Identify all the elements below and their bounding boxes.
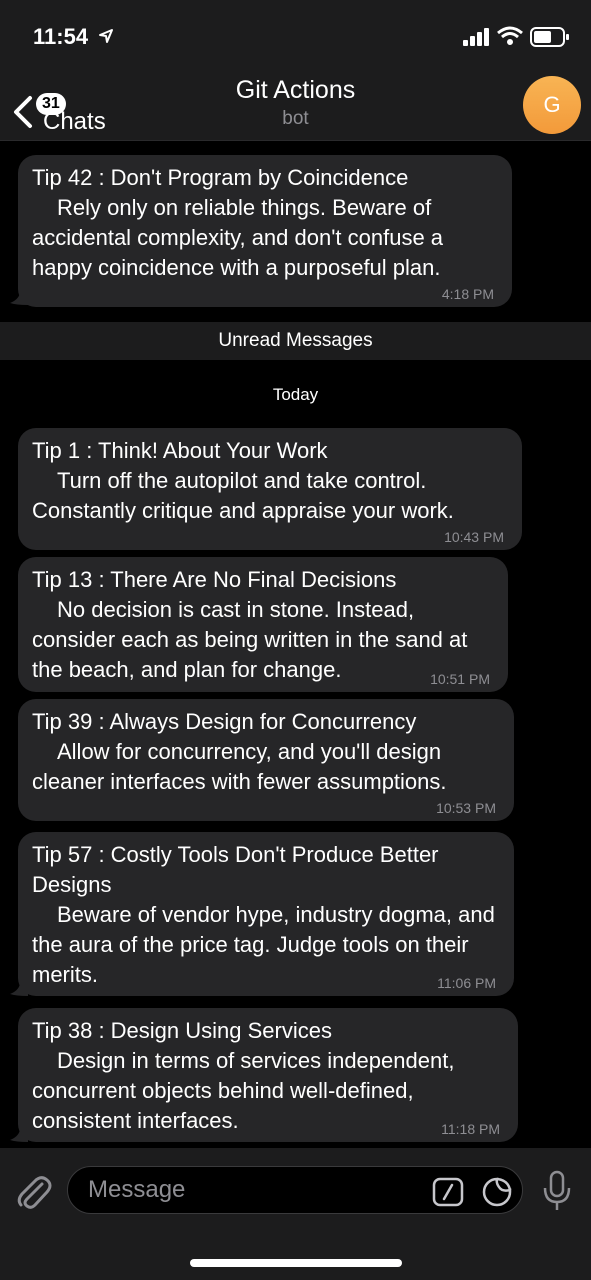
message-body: Design in terms of services independent,… bbox=[32, 1048, 455, 1133]
signal-icon bbox=[463, 28, 489, 46]
battery-icon bbox=[530, 27, 569, 47]
message-title: Tip 38 : Design Using Services bbox=[32, 1018, 332, 1043]
home-indicator[interactable] bbox=[190, 1259, 402, 1267]
message-title: Tip 42 : Don't Program by Coincidence bbox=[32, 165, 409, 190]
message-bubble[interactable]: Tip 1 : Think! About Your Work Turn off … bbox=[18, 428, 522, 550]
location-arrow-icon bbox=[99, 29, 114, 43]
avatar[interactable]: G bbox=[523, 76, 581, 134]
status-time-text: 11:54 bbox=[33, 24, 89, 49]
chat-title[interactable]: Git Actions bbox=[0, 76, 591, 105]
bot-command-icon[interactable] bbox=[432, 1177, 464, 1207]
message-body: Turn off the autopilot and take control.… bbox=[32, 468, 454, 523]
message-title: Tip 57 : Costly Tools Don't Produce Bett… bbox=[32, 842, 439, 897]
message-bubble[interactable]: Tip 57 : Costly Tools Don't Produce Bett… bbox=[18, 832, 514, 996]
message-time: 10:53 PM bbox=[436, 800, 496, 816]
message-time: 11:18 PM bbox=[441, 1121, 500, 1137]
message-body: Rely only on reliable things. Beware of … bbox=[32, 195, 444, 280]
message-body: Beware of vendor hype, industry dogma, a… bbox=[32, 902, 495, 987]
message-time: 10:43 PM bbox=[444, 529, 504, 545]
attach-icon[interactable] bbox=[14, 1172, 52, 1212]
message-placeholder: Message bbox=[88, 1176, 186, 1203]
chat-header: 31 Chats Git Actions bot G bbox=[0, 70, 591, 141]
message-bubble[interactable]: Tip 13 : There Are No Final Decisions No… bbox=[18, 557, 508, 692]
message-bubble[interactable]: Tip 38 : Design Using Services Design in… bbox=[18, 1008, 518, 1142]
avatar-letter: G bbox=[543, 92, 561, 117]
message-bubble[interactable]: Tip 42 : Don't Program by Coincidence Re… bbox=[18, 155, 512, 307]
wifi-icon bbox=[497, 26, 523, 45]
message-bubble[interactable]: Tip 39 : Always Design for Concurrency A… bbox=[18, 699, 514, 821]
message-title: Tip 13 : There Are No Final Decisions bbox=[32, 567, 397, 592]
unread-divider: Unread Messages bbox=[0, 322, 591, 360]
message-time: 4:18 PM bbox=[441, 286, 494, 302]
chat-subtitle: bot bbox=[282, 108, 309, 129]
message-title: Tip 39 : Always Design for Concurrency bbox=[32, 709, 417, 734]
sticker-icon[interactable] bbox=[480, 1176, 514, 1208]
status-time: 11:54 bbox=[33, 24, 114, 50]
bubble-tail bbox=[10, 1128, 28, 1142]
bubble-tail bbox=[10, 291, 28, 305]
message-title: Tip 1 : Think! About Your Work bbox=[32, 438, 328, 463]
message-time: 11:06 PM bbox=[437, 975, 496, 991]
message-time: 10:51 PM bbox=[430, 671, 490, 687]
microphone-icon[interactable] bbox=[542, 1170, 572, 1212]
bubble-tail bbox=[10, 982, 28, 996]
status-bar: 11:54 bbox=[0, 0, 591, 70]
date-divider: Today bbox=[272, 385, 319, 404]
message-body: Allow for concurrency, and you'll design… bbox=[32, 739, 447, 794]
message-body: No decision is cast in stone. Instead, c… bbox=[32, 597, 468, 682]
unread-count-badge: 31 bbox=[36, 93, 66, 115]
